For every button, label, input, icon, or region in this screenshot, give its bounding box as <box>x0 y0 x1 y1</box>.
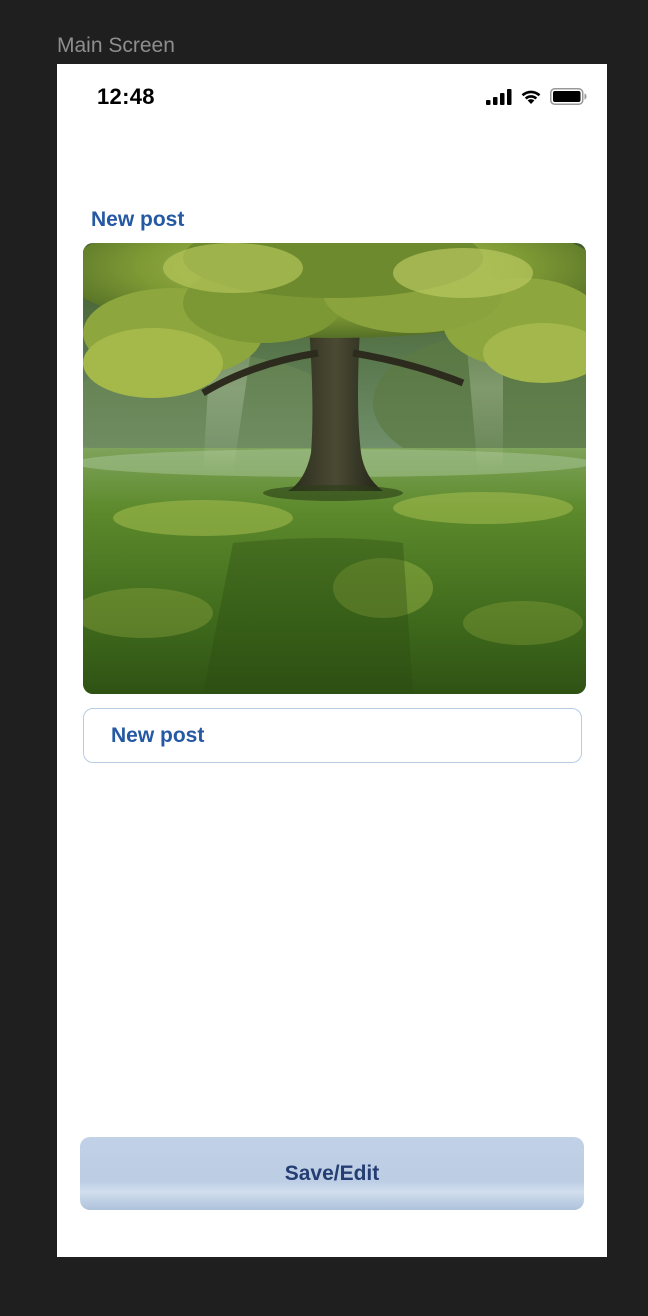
post-image <box>83 243 586 694</box>
battery-icon <box>550 88 587 105</box>
status-time: 12:48 <box>97 84 155 109</box>
frame-label: Main Screen <box>57 34 175 57</box>
cellular-signal-icon <box>486 88 512 105</box>
status-icons <box>486 88 587 105</box>
phone-screen: 12:48 New post New post Save/Edit <box>57 64 607 1257</box>
post-title: New post <box>91 208 185 231</box>
save-edit-label: Save/Edit <box>284 1161 380 1185</box>
post-input-text: New post <box>111 724 205 747</box>
post-text-input[interactable]: New post <box>83 708 582 763</box>
wifi-icon <box>521 90 541 104</box>
save-edit-button[interactable]: Save/Edit <box>80 1137 584 1210</box>
